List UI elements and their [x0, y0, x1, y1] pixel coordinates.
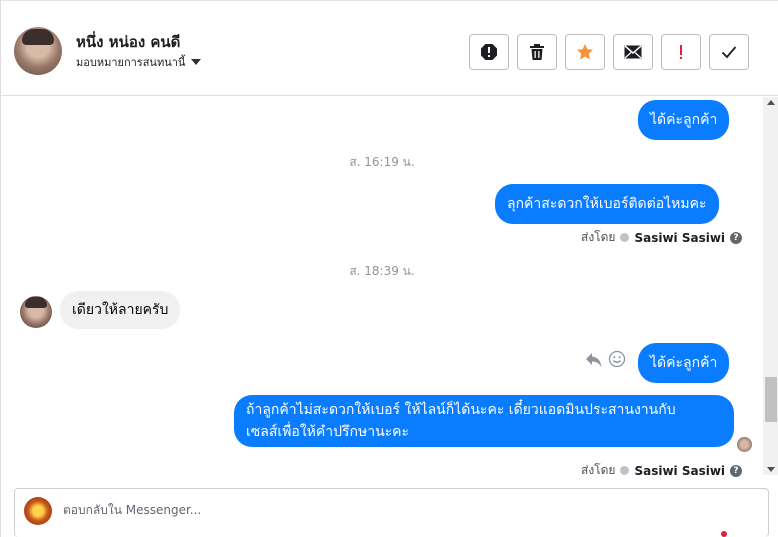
message-bubble-outgoing[interactable]: ได้ค่ะลูกค้า	[638, 343, 730, 383]
reply-input[interactable]	[63, 503, 713, 517]
contact-avatar[interactable]	[14, 27, 62, 75]
trash-icon	[530, 44, 544, 60]
spam-icon	[481, 44, 497, 60]
contact-name[interactable]: หนึ่ง หน่อง คนดี	[76, 30, 180, 54]
message-bubble-outgoing[interactable]: ได้ค่ะลูกค้า	[638, 100, 730, 140]
messenger-conversation: หนึ่ง หน่อง คนดี มอบหมายการสนทนานี้ ได้ค…	[0, 0, 778, 537]
scroll-thumb[interactable]	[765, 377, 777, 422]
assign-conversation-dropdown[interactable]: มอบหมายการสนทนานี้	[76, 53, 202, 71]
help-icon[interactable]: ?	[730, 464, 743, 477]
reaction-smiley-icon[interactable]	[608, 350, 626, 368]
seen-avatar	[737, 437, 752, 452]
notification-dot-icon	[721, 531, 727, 537]
help-icon[interactable]: ?	[730, 231, 743, 244]
timestamp: ส. 16:19 น.	[349, 155, 415, 169]
page-dot-icon	[620, 466, 630, 475]
sent-by-label: ส่งโดย Sasiwi Sasiwi ?	[581, 461, 743, 479]
page-profile-icon	[24, 497, 52, 525]
message-bubble-outgoing-long[interactable]: ถ้าลูกค้าไม่สะดวกให้เบอร์ ให้ไลน์ก็ได้นะ…	[234, 395, 734, 447]
delete-button[interactable]	[517, 34, 557, 70]
timestamp: ส. 18:39 น.	[349, 264, 415, 278]
sent-by-prefix: ส่งโดย	[581, 230, 616, 244]
mark-done-button[interactable]	[709, 34, 749, 70]
header-actions	[469, 34, 749, 70]
sender-name[interactable]: Sasiwi Sasiwi	[634, 464, 725, 478]
sent-by-prefix: ส่งโดย	[581, 463, 616, 477]
mark-spam-button[interactable]	[469, 34, 509, 70]
sent-by-label: ส่งโดย Sasiwi Sasiwi ?	[581, 228, 743, 247]
mark-unread-button[interactable]	[613, 34, 653, 70]
message-line: ถ้าลูกค้าไม่สะดวกให้เบอร์ ให้ไลน์ก็ได้นะ…	[246, 402, 676, 418]
star-icon	[577, 44, 593, 60]
conversation-header: หนึ่ง หน่อง คนดี มอบหมายการสนทนานี้	[1, 0, 778, 96]
scroll-up-arrow-icon[interactable]	[767, 100, 775, 105]
star-button[interactable]	[565, 34, 605, 70]
contact-avatar-small[interactable]	[20, 296, 52, 328]
message-thread[interactable]: ได้ค่ะลูกค้า ส. 16:19 น. ลุกค้าสะดวกให้เ…	[1, 97, 763, 479]
check-icon	[721, 46, 737, 59]
follow-up-button[interactable]	[661, 34, 701, 70]
message-bubble-incoming[interactable]: เดียวให้ลายครับ	[60, 291, 181, 329]
reply-icon[interactable]	[585, 352, 603, 368]
message-bubble-outgoing[interactable]: ลุกค้าสะดวกให้เบอร์ติดต่อไหมคะ	[495, 184, 719, 224]
chevron-down-icon	[191, 59, 202, 65]
sender-name[interactable]: Sasiwi Sasiwi	[634, 231, 725, 245]
envelope-icon	[624, 45, 642, 59]
assign-label: มอบหมายการสนทนานี้	[76, 56, 186, 69]
thread-scrollbar[interactable]	[763, 97, 778, 475]
page-dot-icon	[620, 233, 630, 242]
message-line: เซลส์เพื่อให้คำปรึกษานะคะ	[246, 424, 410, 440]
exclamation-icon	[680, 45, 682, 59]
reply-composer	[14, 488, 769, 537]
scroll-down-arrow-icon[interactable]	[767, 467, 775, 472]
